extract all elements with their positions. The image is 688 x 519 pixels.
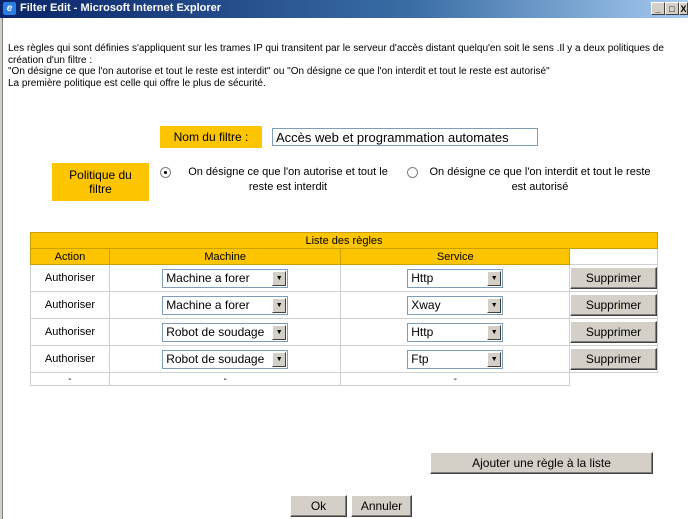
- window-title: Filter Edit - Microsoft Internet Explore…: [20, 2, 222, 14]
- service-select[interactable]: Http ▼: [407, 268, 504, 288]
- service-select[interactable]: Xway ▼: [407, 295, 504, 315]
- intro-line-2: "On désigne ce que l'on autorise et tout…: [8, 66, 550, 77]
- table-row: Authoriser Machine a forer ▼ Http ▼ Suppri…: [30, 264, 658, 292]
- machine-select[interactable]: Machine a forer ▼: [162, 268, 289, 288]
- rule-action: Authoriser: [30, 264, 110, 292]
- empty-service: -: [340, 372, 570, 386]
- service-select[interactable]: Http ▼: [407, 322, 504, 342]
- dropdown-arrow-icon[interactable]: ▼: [272, 270, 287, 286]
- filter-name-label: Nom du filtre :: [160, 126, 262, 148]
- policy-option-deny-label[interactable]: On désigne ce que l'on interdit et tout …: [425, 165, 655, 195]
- dropdown-arrow-icon[interactable]: ▼: [487, 351, 502, 367]
- filter-name-input[interactable]: [272, 128, 538, 146]
- rule-action: Authoriser: [30, 318, 110, 346]
- dropdown-arrow-icon[interactable]: ▼: [487, 297, 502, 313]
- delete-rule-button[interactable]: Supprimer: [570, 348, 657, 370]
- policy-option-allow-radio[interactable]: [160, 167, 171, 178]
- header-machine: Machine: [108, 248, 342, 265]
- intro-text: Les règles qui sont définies s'appliquen…: [8, 43, 680, 89]
- empty-machine: -: [108, 372, 342, 386]
- dropdown-arrow-icon[interactable]: ▼: [272, 351, 287, 367]
- table-row: Authoriser Robot de soudage ▼ Ftp ▼ Suppri…: [30, 345, 658, 373]
- header-action: Action: [30, 248, 110, 265]
- policy-label: Politique du filtre: [52, 163, 149, 201]
- policy-option-allow-label[interactable]: On désigne ce que l'on autorise et tout …: [178, 165, 398, 195]
- ie-icon: e: [3, 2, 16, 15]
- machine-select[interactable]: Machine a forer ▼: [162, 295, 289, 315]
- machine-select[interactable]: Robot de soudage ▼: [162, 349, 289, 369]
- empty-action: -: [30, 372, 110, 386]
- add-rule-button[interactable]: Ajouter une règle à la liste: [430, 452, 653, 474]
- empty-row: - - -: [30, 372, 658, 386]
- ok-button[interactable]: Ok: [290, 495, 347, 517]
- policy-option-deny-radio[interactable]: [407, 167, 418, 178]
- header-empty: [569, 248, 658, 265]
- rules-caption: Liste des règles: [30, 232, 658, 249]
- dropdown-arrow-icon[interactable]: ▼: [272, 297, 287, 313]
- header-service: Service: [340, 248, 570, 265]
- rule-action: Authoriser: [30, 345, 110, 373]
- table-row: Authoriser Machine a forer ▼ Xway ▼ Suppri…: [30, 291, 658, 319]
- intro-line-3: La première politique est celle qui offr…: [8, 77, 266, 89]
- delete-rule-button[interactable]: Supprimer: [570, 321, 657, 343]
- title-bar: e Filter Edit - Microsoft Internet Explo…: [0, 0, 688, 18]
- rule-action: Authoriser: [30, 291, 110, 319]
- window-frame: [0, 18, 3, 519]
- table-row: Authoriser Robot de soudage ▼ Http ▼ Suppr…: [30, 318, 658, 346]
- delete-rule-button[interactable]: Supprimer: [570, 267, 657, 289]
- service-select[interactable]: Ftp ▼: [407, 349, 504, 369]
- rules-table: Liste des règles Action Machine Service …: [30, 232, 658, 386]
- maximize-button[interactable]: □: [665, 2, 679, 15]
- dropdown-arrow-icon[interactable]: ▼: [487, 324, 502, 340]
- delete-rule-button[interactable]: Supprimer: [570, 294, 657, 316]
- dropdown-arrow-icon[interactable]: ▼: [487, 270, 502, 286]
- cancel-button[interactable]: Annuler: [351, 495, 412, 517]
- machine-select[interactable]: Robot de soudage ▼: [162, 322, 289, 342]
- intro-line-1: Les règles qui sont définies s'appliquen…: [8, 43, 664, 66]
- dropdown-arrow-icon[interactable]: ▼: [272, 324, 287, 340]
- minimize-button[interactable]: _: [651, 2, 665, 15]
- close-button[interactable]: X: [679, 2, 688, 15]
